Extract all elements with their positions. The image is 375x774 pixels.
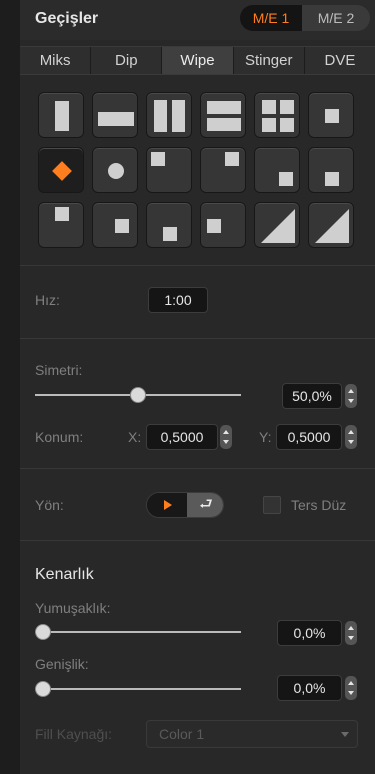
symmetry-slider-knob[interactable] (130, 387, 146, 403)
reverse-label: Ters Düz (291, 497, 347, 513)
softness-label: Yumuşaklık: (35, 600, 111, 616)
divider (20, 338, 375, 339)
divider (20, 468, 375, 469)
four-box-icon (262, 100, 276, 114)
horizontal-bar-icon (98, 112, 134, 126)
fill-source-value: Color 1 (159, 726, 205, 742)
fill-source-label: Fill Kaynağı: (35, 726, 113, 742)
fill-source-dropdown[interactable]: Color 1 (146, 720, 358, 748)
tab-stinger[interactable]: Stinger (233, 47, 305, 74)
position-y-field[interactable]: 0,5000 (276, 424, 342, 450)
circle-icon (108, 163, 124, 179)
wipe-left-center-box-button[interactable] (92, 202, 138, 248)
wipe-top-left-box-button[interactable] (146, 147, 192, 193)
softness-slider-track[interactable] (35, 631, 241, 633)
diagonal-right-icon (315, 209, 349, 243)
tab-dve[interactable]: DVE (304, 47, 375, 74)
wipe-top-center-box-button[interactable] (38, 202, 84, 248)
softness-slider-knob[interactable] (35, 624, 51, 640)
transition-tabs: Miks Dip Wipe Stinger DVE (20, 46, 375, 75)
wipe-center-box-button[interactable] (308, 92, 354, 138)
tab-mix[interactable]: Miks (20, 47, 92, 74)
bottom-box-icon (325, 172, 339, 186)
divider (20, 540, 375, 541)
direction-label: Yön: (35, 497, 64, 513)
rate-label: Hız: (35, 292, 60, 308)
wipe-circle-button[interactable] (92, 147, 138, 193)
width-stepper[interactable] (345, 676, 357, 700)
wipe-vertical-split-button[interactable] (146, 92, 192, 138)
wipe-bottom-center-box-button[interactable] (146, 202, 192, 248)
vertical-split-icon (154, 100, 167, 132)
left-center-box-icon (115, 219, 129, 233)
wipe-four-box-button[interactable] (254, 92, 300, 138)
vertical-bar-icon (55, 101, 69, 131)
diamond-icon (52, 161, 72, 181)
width-slider-knob[interactable] (35, 681, 51, 697)
direction-forward-button[interactable] (147, 493, 187, 517)
wipe-top-right-box-button[interactable] (200, 147, 246, 193)
symmetry-field[interactable]: 50,0% (282, 383, 342, 409)
bottom-center-box-icon (163, 227, 177, 241)
position-x-stepper[interactable] (220, 425, 232, 449)
divider (20, 265, 375, 266)
panel-title: Geçişler (35, 10, 99, 27)
position-y-label: Y: (259, 429, 272, 445)
wipe-right-center-box-button[interactable] (200, 202, 246, 248)
chevron-down-icon (341, 732, 349, 737)
direction-flip-flop-button[interactable]: ⮐ (187, 493, 223, 517)
width-slider-track[interactable] (35, 688, 241, 690)
wipe-diagonal-left-button[interactable] (254, 202, 300, 248)
tab-wipe[interactable]: Wipe (162, 47, 234, 74)
wipe-vertical-bar-button[interactable] (38, 92, 84, 138)
symmetry-stepper[interactable] (345, 384, 357, 408)
panel-header: Geçişler M/E 1 M/E 2 (20, 0, 375, 40)
wipe-diamond-button[interactable] (38, 147, 84, 193)
horizontal-split-icon (207, 101, 241, 114)
diagonal-left-icon (261, 209, 295, 243)
position-x-field[interactable]: 0,5000 (146, 424, 218, 450)
transitions-panel: Geçişler M/E 1 M/E 2 Miks Dip Wipe Sting… (20, 0, 375, 774)
position-x-label: X: (128, 429, 142, 445)
wipe-horizontal-split-button[interactable] (200, 92, 246, 138)
wipe-horizontal-bar-button[interactable] (92, 92, 138, 138)
position-y-stepper[interactable] (345, 425, 357, 449)
position-label: Konum: (35, 429, 84, 445)
reverse-checkbox[interactable] (263, 496, 281, 514)
tab-dip[interactable]: Dip (91, 47, 163, 74)
border-heading: Kenarlık (35, 566, 94, 583)
softness-stepper[interactable] (345, 621, 357, 645)
wipe-bottom-box-button[interactable] (308, 147, 354, 193)
right-center-box-icon (207, 219, 221, 233)
me1-button[interactable]: M/E 1 (240, 5, 302, 31)
top-center-box-icon (55, 207, 69, 221)
width-label: Genişlik: (35, 656, 89, 672)
top-left-box-icon (151, 152, 165, 166)
center-box-icon (325, 109, 339, 123)
wipe-bottom-right-box-button[interactable] (254, 147, 300, 193)
softness-field[interactable]: 0,0% (277, 620, 342, 646)
symmetry-label: Simetri: (35, 362, 83, 378)
rate-field[interactable]: 1:00 (148, 287, 208, 313)
me2-button[interactable]: M/E 2 (302, 5, 370, 31)
wipe-diagonal-right-button[interactable] (308, 202, 354, 248)
top-right-box-icon (225, 152, 239, 166)
direction-toggle[interactable]: ⮐ (146, 492, 224, 518)
bottom-right-box-icon (279, 172, 293, 186)
width-field[interactable]: 0,0% (277, 675, 342, 701)
